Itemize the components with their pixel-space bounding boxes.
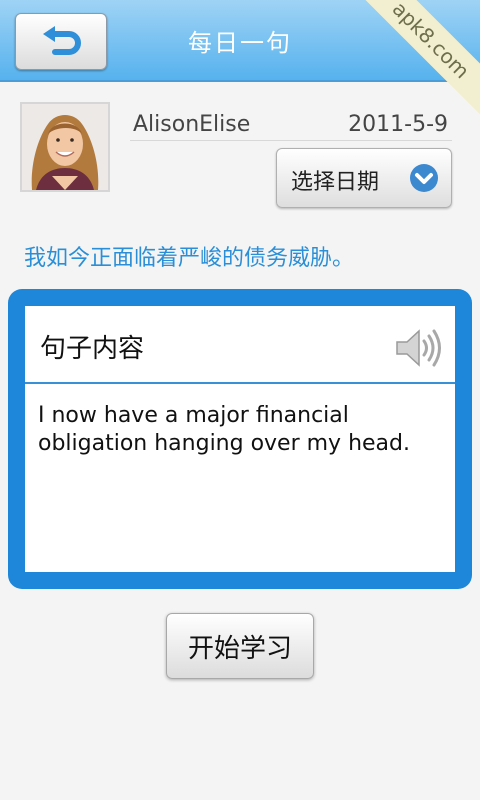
start-learning-button[interactable]: 开始学习	[166, 613, 314, 679]
select-date-button[interactable]: 选择日期	[276, 148, 452, 208]
card-divider	[25, 382, 455, 384]
select-date-label: 选择日期	[291, 170, 380, 195]
back-button[interactable]	[15, 13, 107, 70]
user-name: AlisonElise	[133, 112, 251, 137]
sentence-card-body: 句子内容 I now have a major financial obliga…	[25, 306, 455, 572]
chevron-down-icon	[410, 164, 438, 192]
card-title: 句子内容	[40, 334, 145, 364]
undo-arrow-icon	[43, 25, 81, 55]
avatar	[20, 102, 110, 192]
divider	[130, 140, 452, 141]
english-sentence: I now have a major financial obligation …	[38, 403, 410, 456]
speaker-icon[interactable]	[393, 326, 443, 370]
app-header: 每日一句 apk8.com	[0, 0, 480, 120]
user-photo	[22, 104, 108, 190]
chinese-sentence: 我如今正面临着严峻的债务威胁。	[24, 246, 355, 271]
sentence-card: 句子内容 I now have a major financial obliga…	[8, 289, 472, 589]
sentence-date: 2011-5-9	[348, 112, 448, 137]
